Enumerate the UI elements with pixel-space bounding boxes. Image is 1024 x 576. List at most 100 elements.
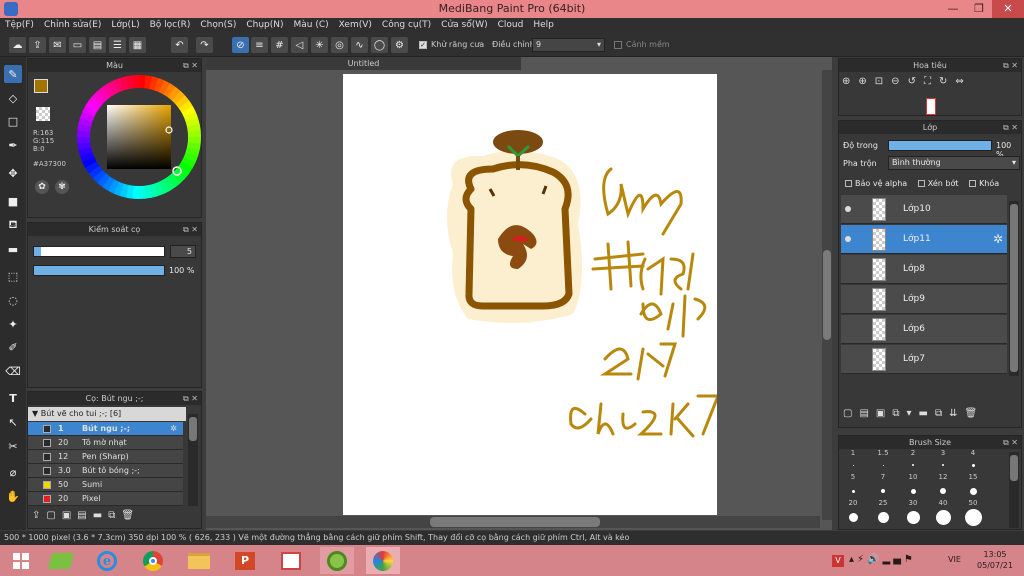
palette-icon[interactable]: ✿: [35, 180, 49, 194]
brush-size-dot[interactable]: [852, 464, 854, 466]
tray-power-icon[interactable]: ⚡: [857, 554, 867, 565]
brush-item[interactable]: 3.0 Bút tô bóng ;-;: [28, 464, 183, 478]
brush-size-dot[interactable]: [964, 508, 982, 526]
brush-size-dot[interactable]: [881, 489, 885, 493]
canvas-vscroll[interactable]: [822, 70, 832, 520]
brush-scrollbar[interactable]: [188, 414, 198, 506]
garena-icon[interactable]: [320, 547, 354, 574]
select-pen-icon[interactable]: ✐: [4, 338, 22, 356]
menu-item[interactable]: Tệp(F): [5, 18, 34, 33]
layer-row[interactable]: Lớp6: [841, 315, 1007, 344]
panel-controls-icon[interactable]: ⧉ ✕: [183, 59, 198, 72]
color-set-icon[interactable]: ✾: [55, 180, 69, 194]
menu-item[interactable]: Chỉnh sửa(E): [44, 18, 101, 33]
brush-size-dot[interactable]: [971, 463, 975, 467]
layer-opacity-slider[interactable]: [888, 140, 992, 151]
zoom-out-icon[interactable]: ⊖: [891, 76, 907, 87]
brush-item[interactable]: 20 Tô mờ nhạt: [28, 436, 183, 450]
layer-folder-icon[interactable]: ▬: [919, 408, 935, 419]
add-layer-menu-icon[interactable]: ⧉▾: [892, 408, 918, 419]
eye-icon[interactable]: [845, 236, 851, 242]
tray-volume-icon[interactable]: 🔊: [867, 554, 882, 565]
add-brush-icon[interactable]: ▣: [62, 510, 77, 521]
delete-layer-icon[interactable]: 🗑: [965, 408, 985, 419]
brush-size-dot[interactable]: [912, 464, 914, 466]
tray-flag-icon[interactable]: ⚑: [904, 554, 916, 565]
file-explorer-icon[interactable]: [182, 547, 216, 574]
brush-group-header[interactable]: ▼ Bút vẽ cho tui ;-; [6]: [28, 407, 186, 421]
blend-select[interactable]: Bình thường ▾: [888, 156, 1020, 170]
brush-size-dot[interactable]: [851, 489, 855, 493]
layer-scrollbar[interactable]: [1009, 201, 1019, 376]
layer-row[interactable]: Lớp11 ✲: [841, 225, 1007, 254]
grid-icon[interactable]: ▦: [129, 37, 146, 53]
brush-item[interactable]: 50 Sumi: [28, 478, 183, 492]
delete-brush-icon[interactable]: 🗑: [121, 510, 140, 521]
share-icon[interactable]: ⇪: [29, 37, 46, 53]
canvas-hscroll[interactable]: [206, 516, 820, 528]
curve-snap-icon[interactable]: ∿: [351, 37, 368, 53]
panel-controls-icon[interactable]: ⧉ ✕: [1003, 121, 1018, 134]
rotate-right-icon[interactable]: ↻: [939, 76, 955, 87]
internet-explorer-icon[interactable]: e: [90, 547, 124, 574]
protect-alpha-checkbox[interactable]: [845, 180, 852, 187]
maximize-button[interactable]: ❐: [966, 0, 992, 18]
move-tool-icon[interactable]: ✥: [4, 164, 22, 182]
cloud-icon[interactable]: ☁: [9, 37, 26, 53]
brush-size-scrollbar[interactable]: [1009, 452, 1019, 528]
merge-layer-icon[interactable]: ⇊: [949, 408, 964, 419]
main-color-swatch[interactable]: [34, 79, 48, 93]
ellipse-snap-icon[interactable]: ◯: [371, 37, 388, 53]
bluestacks-icon[interactable]: [44, 547, 78, 574]
clock[interactable]: 13:05 05/07/21: [975, 549, 1015, 571]
radial-snap-icon[interactable]: ✳: [311, 37, 328, 53]
brush-size-dot[interactable]: [848, 512, 858, 522]
chrome-icon[interactable]: [136, 547, 170, 574]
lasso-icon[interactable]: ◌: [4, 291, 22, 309]
network-app-icon[interactable]: [274, 547, 308, 574]
document-icon[interactable]: ▤: [89, 37, 106, 53]
select-eraser-icon[interactable]: ⌫: [4, 362, 22, 380]
grid-snap-icon[interactable]: #: [271, 37, 288, 53]
tray-app-icon[interactable]: V: [832, 555, 844, 567]
perspective-snap-icon[interactable]: ◁: [291, 37, 308, 53]
language-indicator[interactable]: VIE: [948, 555, 961, 564]
color-wheel[interactable]: [77, 75, 201, 199]
undo-icon[interactable]: ↶: [171, 37, 188, 53]
menu-item[interactable]: Help: [533, 18, 554, 33]
menu-item[interactable]: Xem(V): [339, 18, 372, 33]
fill-rect-icon[interactable]: ■: [4, 192, 22, 210]
panel-controls-icon[interactable]: ⧉ ✕: [183, 223, 198, 236]
redo-icon[interactable]: ↷: [196, 37, 213, 53]
brush-size-dot[interactable]: [935, 509, 951, 525]
snap-off-icon[interactable]: ⊘: [232, 37, 249, 53]
medibang-taskbar-icon[interactable]: [366, 547, 400, 574]
eraser-tool-icon[interactable]: ◇: [4, 89, 22, 107]
brush-size-dot[interactable]: [877, 511, 889, 523]
transparent-swatch[interactable]: [36, 107, 50, 121]
text-tool-icon[interactable]: T: [4, 389, 22, 407]
warning-checkbox[interactable]: [614, 41, 622, 49]
brush-tool-icon[interactable]: ✎: [4, 65, 22, 83]
brush-size-value[interactable]: 5: [170, 245, 196, 258]
layer-row[interactable]: Lớp8: [841, 255, 1007, 284]
lock-checkbox[interactable]: [969, 180, 977, 187]
layer-row[interactable]: Lớp10: [841, 195, 1007, 224]
menu-item[interactable]: Lớp(L): [111, 18, 139, 33]
duplicate-icon[interactable]: ⧉: [108, 510, 121, 521]
menu-item[interactable]: Chụp(N): [246, 18, 283, 33]
start-button[interactable]: [4, 547, 38, 574]
brush-item[interactable]: 20 Pixel: [28, 492, 183, 506]
powerpoint-icon[interactable]: P: [228, 547, 262, 574]
menu-item[interactable]: Chọn(S): [200, 18, 236, 33]
fit-screen-icon[interactable]: ⛶: [924, 76, 939, 87]
bucket-icon[interactable]: ⛾: [4, 216, 22, 234]
new-brush-icon[interactable]: ▢: [46, 510, 61, 521]
brush-size-dot[interactable]: [882, 464, 884, 466]
zoom-actual-icon[interactable]: ⊡: [875, 76, 891, 87]
brush-settings-icon[interactable]: ✲: [170, 422, 177, 436]
brush-size-dot[interactable]: [940, 488, 946, 494]
panel-controls-icon[interactable]: ⧉ ✕: [1003, 436, 1018, 449]
clipping-checkbox[interactable]: [917, 180, 925, 187]
brush-size-dot[interactable]: [910, 488, 916, 494]
